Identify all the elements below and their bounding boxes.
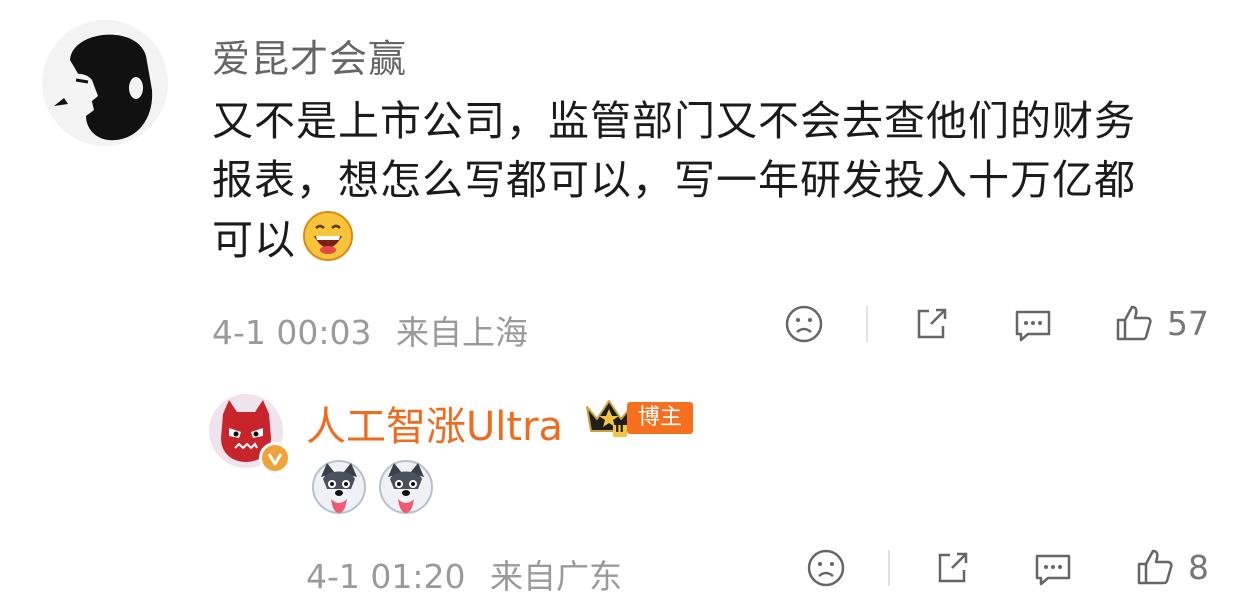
like-count: 57 — [1167, 303, 1209, 343]
comment-text-line: 又不是上市公司，监管部门又不会去查他们的财务 — [212, 97, 1136, 145]
verified-badge-icon — [259, 442, 291, 474]
dislike-button[interactable] — [806, 548, 846, 588]
avatar[interactable] — [42, 20, 168, 146]
comment-meta: 4-1 00:03 来自上海 — [212, 306, 528, 354]
grinning-face-icon — [302, 210, 354, 278]
comment-text: 又不是上市公司，监管部门又不会去查他们的财务 报表，想怎么写都可以，写一年研发投… — [212, 92, 1212, 278]
dislike-button[interactable] — [784, 304, 824, 344]
comment-text-line: 可以 — [212, 210, 1212, 278]
comment-button[interactable] — [1032, 548, 1074, 590]
comment-bubble-icon — [1015, 310, 1051, 342]
like-count: 8 — [1188, 547, 1209, 587]
share-icon — [917, 308, 947, 339]
sad-face-icon — [807, 549, 845, 587]
share-icon — [938, 552, 968, 583]
thumbs-up-icon — [1137, 549, 1173, 585]
reply-author[interactable]: 人工智涨Ultra — [306, 394, 563, 452]
reply-meta: 4-1 01:20 来自广东 — [306, 550, 622, 598]
comment-text-line-end: 可以 — [212, 216, 296, 264]
husky-icon — [378, 459, 434, 515]
blogger-badge: 博主 — [627, 402, 693, 434]
comment-time: 4-1 00:03 — [212, 313, 372, 352]
like-button[interactable]: 57 — [1113, 302, 1209, 344]
comment-author[interactable]: 爱昆才会赢 — [212, 28, 407, 83]
comment-text-line: 报表，想怎么写都可以，写一年研发投入十万亿都 — [212, 156, 1136, 204]
crown-level: II — [615, 421, 624, 435]
share-button[interactable] — [932, 548, 972, 588]
comment-bubble-icon — [1035, 554, 1071, 586]
like-button[interactable]: 8 — [1134, 546, 1209, 588]
comment-location: 来自上海 — [396, 313, 528, 352]
divider — [888, 550, 890, 586]
thumbs-up-icon — [1116, 305, 1152, 341]
user-avatar-icon — [42, 20, 168, 146]
husky-icon — [311, 459, 367, 515]
comment-button[interactable] — [1012, 304, 1054, 346]
reply-time: 4-1 01:20 — [306, 557, 466, 596]
share-button[interactable] — [911, 304, 951, 344]
sad-face-icon — [785, 305, 823, 343]
reply-location: 来自广东 — [490, 557, 622, 596]
divider — [866, 306, 868, 342]
